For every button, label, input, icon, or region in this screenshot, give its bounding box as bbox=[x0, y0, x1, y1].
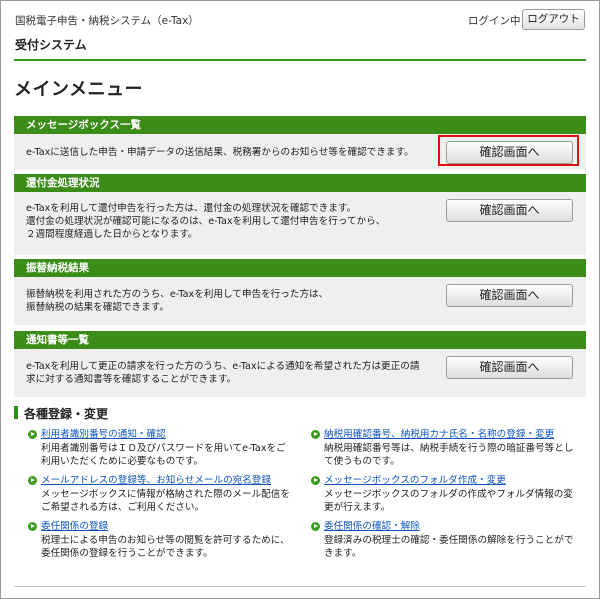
registration-item-description: 利用者識別番号はＩＤ及びパスワードを用いてe-Taxをご 利用いただくために必要… bbox=[41, 443, 286, 467]
section-title: メッセージボックス一覧 bbox=[14, 116, 586, 134]
section-description: e-Taxを利用して還付申告を行った方は、還付金の処理状況を確認できます。 還付… bbox=[26, 203, 386, 240]
arrow-bullet-icon bbox=[28, 476, 37, 485]
section-body: e-Taxを利用して更正の請求を行った方のうち、e-Taxによる通知を希望された… bbox=[14, 349, 586, 397]
arrow-bullet-icon bbox=[311, 522, 320, 531]
registration-item-description: メッセージボックスに情報が格納された際のメール配信を ご希望される方は、ご利用く… bbox=[41, 489, 290, 513]
section-refund-status: 還付金処理状況 e-Taxを利用して還付申告を行った方は、還付金の処理状況を確認… bbox=[14, 174, 586, 255]
transfer-result-confirm-button[interactable]: 確認画面へ bbox=[446, 284, 573, 307]
payment-confirmation-number-link[interactable]: 納税用確認番号、納税用カナ氏名・名称の登録・変更 bbox=[324, 428, 554, 441]
highlight-box bbox=[438, 135, 579, 166]
registration-item-description: 税理士による申告のお知らせ等の閲覧を許可するために、 委任関係の登録を行うことが… bbox=[41, 535, 290, 559]
notice-list-confirm-button[interactable]: 確認画面へ bbox=[446, 356, 573, 379]
section-title: 還付金処理状況 bbox=[14, 174, 586, 192]
subsystem-name: 受付システム bbox=[15, 38, 87, 52]
arrow-bullet-icon bbox=[28, 430, 37, 439]
header: 国税電子申告・納税システム（e-Tax） 受付システム ログイン中 ログアウト bbox=[0, 0, 598, 64]
user-id-notice-link[interactable]: 利用者識別番号の通知・確認 bbox=[41, 428, 166, 441]
section-description: e-Taxに送信した申告・申請データの送信結果、税務署からのお知らせ等を確認でき… bbox=[26, 147, 414, 158]
section-body: 振替納税を利用された方のうち、e-Taxを利用して申告を行った方は、 振替納税の… bbox=[14, 277, 586, 325]
logout-button[interactable]: ログアウト bbox=[522, 9, 585, 30]
section-description: 振替納税を利用された方のうち、e-Taxを利用して申告を行った方は、 振替納税の… bbox=[26, 289, 329, 313]
registration-item-description: メッセージボックスのフォルダの作成やフォルダ情報の変 更が行えます。 bbox=[324, 489, 573, 513]
arrow-bullet-icon bbox=[28, 522, 37, 531]
refund-status-confirm-button[interactable]: 確認画面へ bbox=[446, 199, 573, 222]
arrow-bullet-icon bbox=[311, 476, 320, 485]
system-name: 国税電子申告・納税システム（e-Tax） bbox=[15, 15, 199, 27]
email-registration-link[interactable]: メールアドレスの登録等、お知らせメールの宛名登録 bbox=[41, 474, 271, 487]
header-divider bbox=[14, 59, 586, 61]
section-title: 通知書等一覧 bbox=[14, 331, 586, 349]
delegation-check-link[interactable]: 委任関係の確認・解除 bbox=[324, 520, 420, 533]
page-title: メインメニュー bbox=[14, 79, 143, 100]
section-title: 振替納税結果 bbox=[14, 259, 586, 277]
message-folder-link[interactable]: メッセージボックスのフォルダ作成・変更 bbox=[324, 474, 506, 487]
delegation-registration-link[interactable]: 委任関係の登録 bbox=[41, 520, 108, 533]
section-notice-list: 通知書等一覧 e-Taxを利用して更正の請求を行った方のうち、e-Taxによる通… bbox=[14, 331, 586, 397]
registration-item-description: 登録済みの税理士の確認・委任関係の解除を行うことがで きます。 bbox=[324, 535, 574, 559]
section-transfer-result: 振替納税結果 振替納税を利用された方のうち、e-Taxを利用して申告を行った方は… bbox=[14, 259, 586, 325]
section-body: e-Taxを利用して還付申告を行った方は、還付金の処理状況を確認できます。 還付… bbox=[14, 192, 586, 255]
arrow-bullet-icon bbox=[311, 430, 320, 439]
footer-divider bbox=[14, 586, 586, 587]
registration-title: 各種登録・変更 bbox=[24, 407, 109, 421]
login-status: ログイン中 bbox=[468, 15, 521, 27]
section-description: e-Taxを利用して更正の請求を行った方のうち、e-Taxによる通知を希望された… bbox=[26, 361, 420, 385]
registration-item-description: 納税用確認番号等は、納税手続を行う際の暗証番号等とし て使うものです。 bbox=[324, 443, 574, 467]
